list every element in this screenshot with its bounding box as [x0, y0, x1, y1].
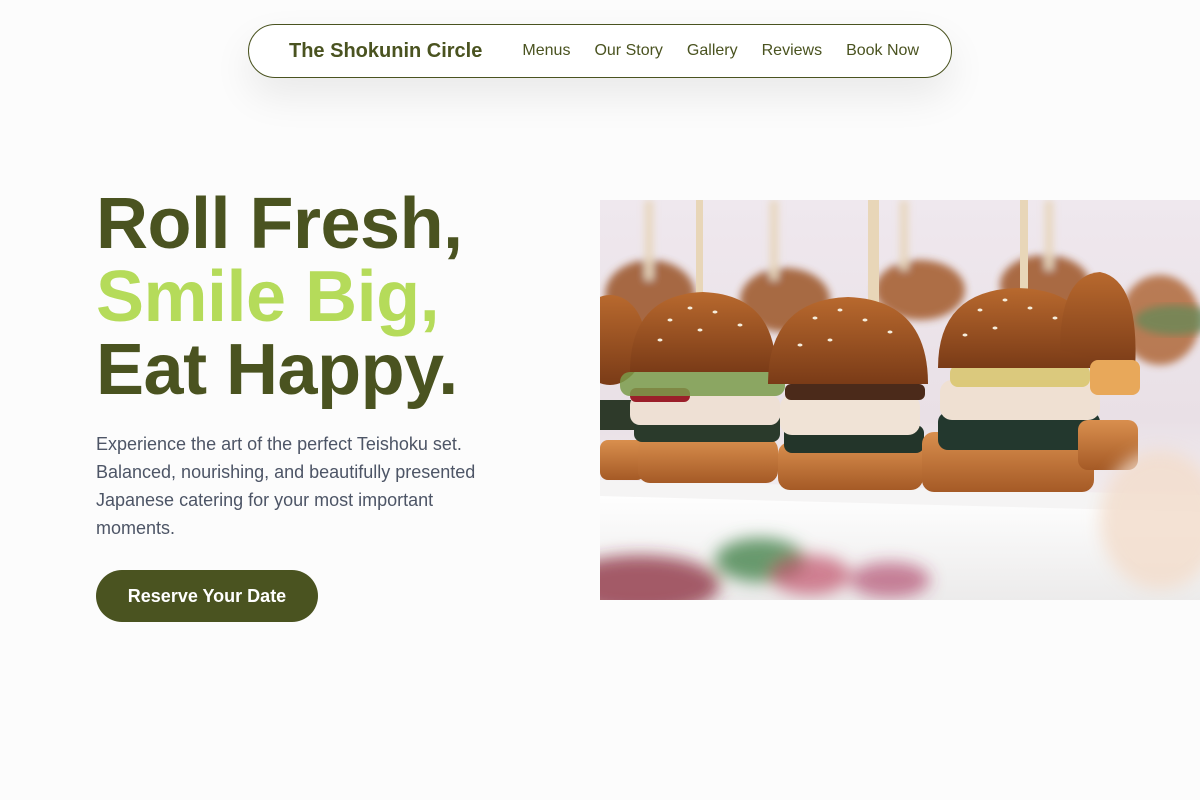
hero-title-line-2: Smile Big, [96, 257, 440, 337]
brand-logo-text[interactable]: The Shokunin Circle [289, 40, 482, 63]
hero-food-image [600, 200, 1200, 600]
nav-link-reviews[interactable]: Reviews [762, 42, 822, 60]
nav-links: Menus Our Story Gallery Reviews Book Now [522, 42, 919, 60]
nav-link-gallery[interactable]: Gallery [687, 42, 738, 60]
hero-title: Roll Fresh, Smile Big, Eat Happy. [96, 188, 463, 407]
hero-description: Experience the art of the perfect Teisho… [96, 434, 476, 538]
nav-link-our-story[interactable]: Our Story [594, 42, 662, 60]
reserve-date-button[interactable]: Reserve Your Date [96, 570, 318, 622]
nav-link-menus[interactable]: Menus [522, 42, 570, 60]
hero-title-line-3: Eat Happy. [96, 330, 458, 410]
main-navigation: The Shokunin Circle Menus Our Story Gall… [248, 24, 952, 78]
hero-title-line-1: Roll Fresh, [96, 184, 463, 264]
nav-link-book-now[interactable]: Book Now [846, 42, 919, 60]
sliders-illustration [600, 200, 1200, 600]
